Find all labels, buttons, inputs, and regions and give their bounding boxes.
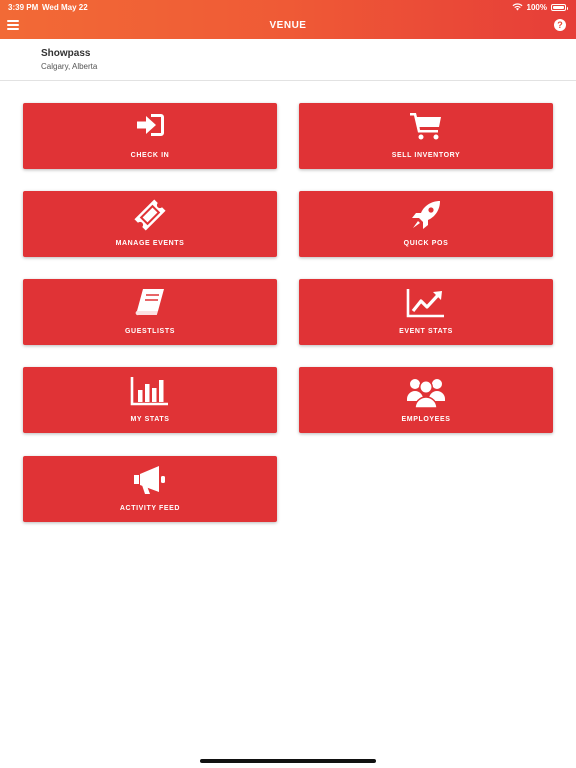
ticket-icon: [134, 199, 166, 231]
employees-label: EMPLOYEES: [401, 416, 451, 423]
sell-inventory-button[interactable]: SELL INVENTORY: [299, 103, 553, 169]
battery-percentage: 100%: [526, 2, 547, 12]
event-stats-label: EVENT STATS: [399, 328, 453, 335]
event-stats-button[interactable]: EVENT STATS: [299, 279, 553, 345]
sell-inventory-label: SELL INVENTORY: [391, 152, 461, 159]
check-in-button[interactable]: CHECK IN: [23, 103, 277, 169]
activity-feed-button[interactable]: ACTIVITY FEED: [23, 456, 277, 522]
rocket-icon: [412, 201, 440, 229]
status-date: Wed May 22: [42, 3, 88, 12]
activity-feed-label: ACTIVITY FEED: [119, 505, 181, 512]
book-icon: [135, 289, 164, 316]
manage-events-button[interactable]: MANAGE EVENTS: [23, 191, 277, 257]
guestlists-button[interactable]: GUESTLISTS: [23, 279, 277, 345]
venue-info: Showpass Calgary, Alberta: [41, 48, 97, 71]
battery-icon: [551, 3, 568, 11]
employees-button[interactable]: EMPLOYEES: [299, 367, 553, 433]
venue-name: Showpass: [41, 48, 91, 59]
users-icon: [407, 379, 445, 409]
bar-chart-icon: [130, 377, 168, 406]
my-stats-label: MY STATS: [130, 416, 170, 423]
home-indicator[interactable]: [200, 759, 376, 763]
bullhorn-icon: [134, 466, 165, 494]
divider: [0, 80, 576, 81]
shopping-cart-icon: [410, 113, 441, 140]
guestlists-label: GUESTLISTS: [125, 328, 175, 335]
quick-pos-label: QUICK POS: [403, 240, 449, 247]
sign-in-icon: [137, 114, 164, 136]
page-title: VENUE: [269, 20, 307, 31]
status-time: 3:39 PM: [8, 3, 39, 12]
quick-pos-button[interactable]: QUICK POS: [299, 191, 553, 257]
manage-events-label: MANAGE EVENTS: [115, 240, 185, 247]
status-indicators: 100%: [512, 2, 568, 12]
help-icon[interactable]: ?: [554, 19, 566, 31]
venue-location: Calgary, Alberta: [41, 62, 98, 71]
check-in-label: CHECK IN: [130, 152, 170, 159]
top-bar: 3:39 PM Wed May 22 100% VENUE ?: [0, 0, 576, 39]
line-chart-icon: [406, 289, 444, 318]
wifi-icon: [512, 3, 523, 11]
my-stats-button[interactable]: MY STATS: [23, 367, 277, 433]
